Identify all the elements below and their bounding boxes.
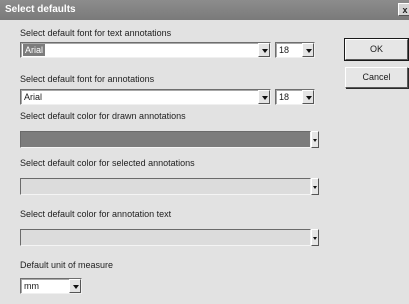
chevron-down-icon[interactable] <box>311 229 319 246</box>
title-bar[interactable]: Select defaults x <box>0 0 409 20</box>
select-defaults-dialog: Select defaults x Select default font fo… <box>0 0 409 304</box>
chevron-down-icon[interactable] <box>258 90 270 104</box>
chevron-down-icon[interactable] <box>302 90 314 104</box>
chevron-down-icon[interactable] <box>311 178 319 195</box>
unit-label: Default unit of measure <box>20 260 114 270</box>
text-font-size-select[interactable]: 18 <box>275 42 315 58</box>
selected-color-swatch[interactable] <box>20 178 311 195</box>
close-button[interactable]: x <box>398 3 409 16</box>
annotation-font-size-select[interactable]: 18 <box>275 89 315 105</box>
annotation-font-label: Select default font for annotations <box>20 74 155 84</box>
chevron-down-icon[interactable] <box>258 43 270 57</box>
annotation-font-select[interactable]: Arial <box>20 89 271 105</box>
dialog-title: Select defaults <box>5 4 76 15</box>
drawn-color-swatch[interactable] <box>20 131 311 148</box>
ok-button[interactable]: OK <box>344 38 409 61</box>
chevron-down-icon[interactable] <box>69 279 81 293</box>
selected-color-label: Select default color for selected annota… <box>20 158 195 168</box>
close-icon: x <box>402 5 408 15</box>
text-font-label: Select default font for text annotations <box>20 28 172 38</box>
drawn-color-label: Select default color for drawn annotatio… <box>20 111 186 121</box>
unit-value: mm <box>24 281 39 291</box>
text-color-swatch[interactable] <box>20 229 311 246</box>
annotation-font-size-value: 18 <box>279 92 290 102</box>
text-font-value: Arial <box>23 44 46 56</box>
chevron-down-icon[interactable] <box>302 43 314 57</box>
cancel-button[interactable]: Cancel <box>345 67 408 88</box>
text-font-select[interactable]: Arial <box>20 42 271 58</box>
annotation-font-value: Arial <box>24 92 43 102</box>
unit-select[interactable]: mm <box>20 278 82 294</box>
text-color-label: Select default color for annotation text <box>20 209 172 219</box>
chevron-down-icon[interactable] <box>311 131 319 148</box>
text-font-size-value: 18 <box>279 45 290 55</box>
